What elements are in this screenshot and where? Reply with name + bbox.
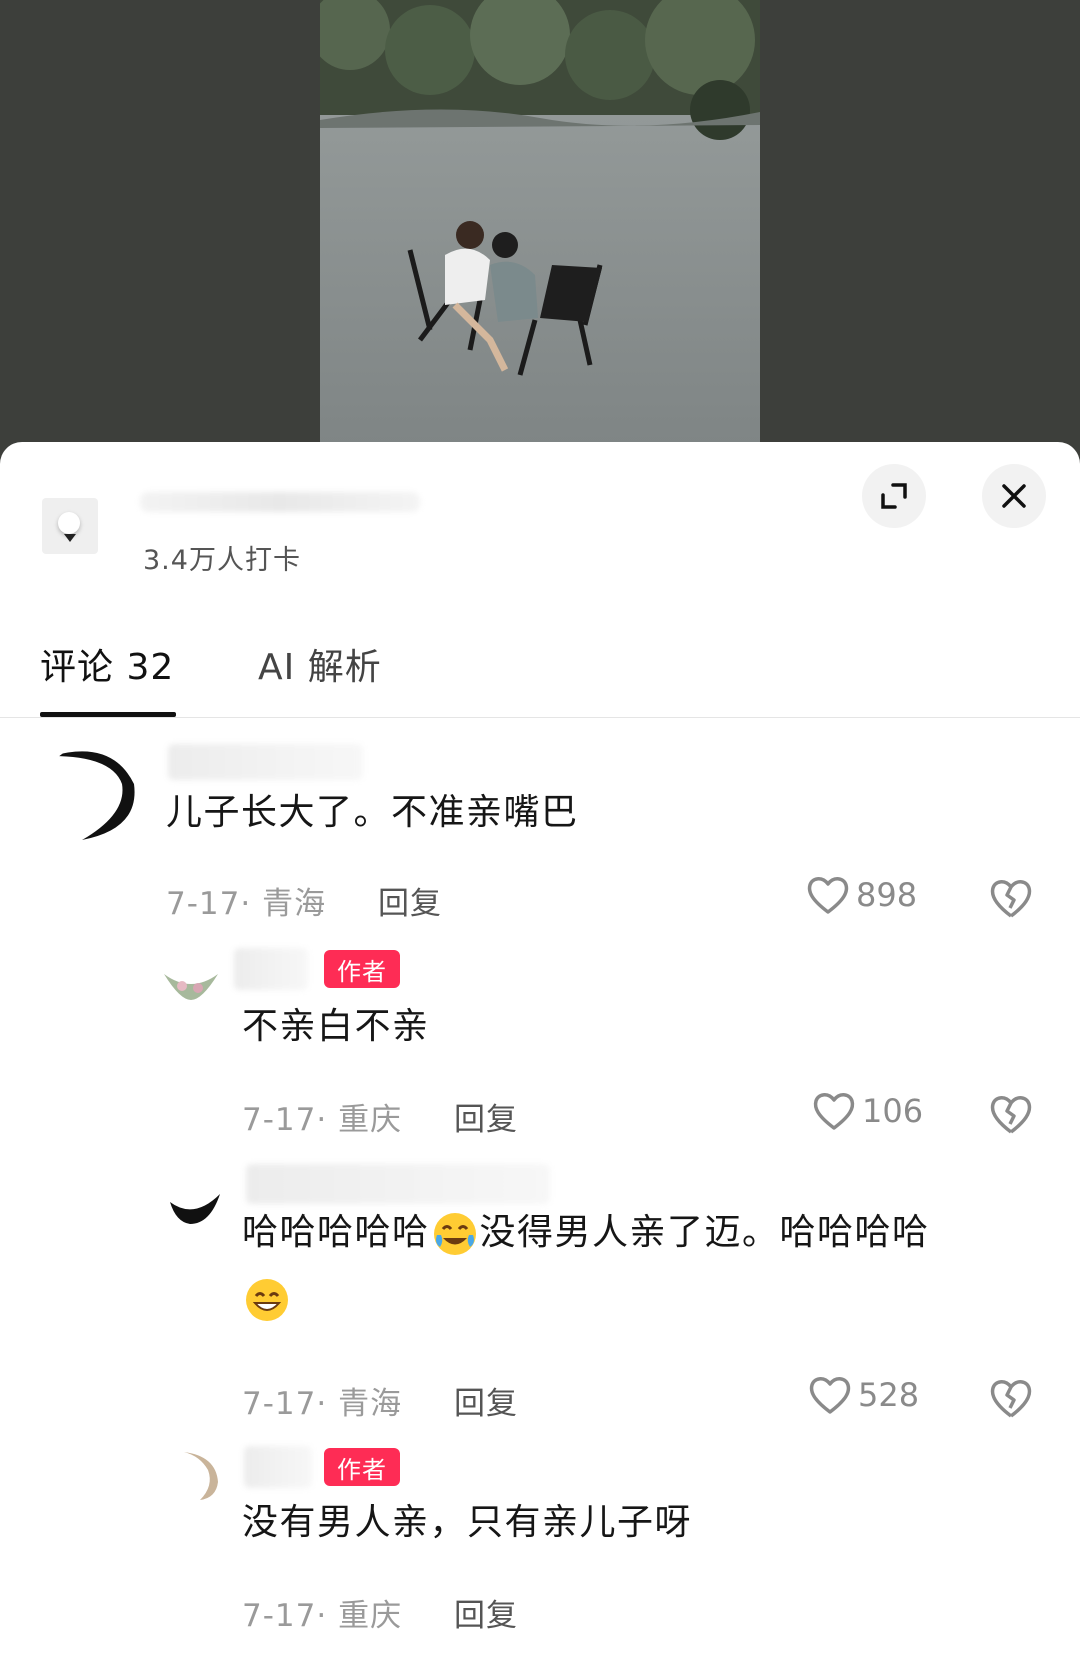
grinning-emoji bbox=[246, 1279, 288, 1321]
reply-button[interactable]: 回复 bbox=[378, 878, 442, 923]
reply-button[interactable]: 回复 bbox=[454, 1590, 518, 1635]
avatar[interactable] bbox=[42, 744, 142, 844]
post-photo[interactable] bbox=[320, 0, 760, 445]
tears-of-joy-emoji bbox=[433, 1213, 476, 1255]
like-button[interactable]: 106 bbox=[812, 1090, 923, 1132]
like-button[interactable]: 528 bbox=[808, 1374, 919, 1416]
comment-date-region: 7-17· 重庆 bbox=[242, 1102, 403, 1138]
active-tab-indicator bbox=[40, 712, 176, 717]
broken-heart-icon bbox=[990, 1096, 1032, 1134]
username-blurred[interactable] bbox=[246, 1164, 550, 1204]
comment-text-block: 哈哈哈哈哈 没得男人亲了迈。哈哈哈哈 bbox=[242, 1200, 1022, 1332]
location-pin-icon bbox=[42, 498, 98, 554]
comment-text-part: 哈哈哈哈哈 bbox=[242, 1212, 430, 1253]
heart-icon bbox=[809, 1377, 851, 1414]
comment-text: 没有男人亲，只有亲儿子呀 bbox=[242, 1502, 693, 1543]
like-count: 528 bbox=[858, 1376, 920, 1414]
like-button[interactable]: 898 bbox=[806, 874, 917, 916]
expand-button[interactable] bbox=[862, 464, 926, 528]
avatar[interactable] bbox=[170, 1446, 226, 1502]
author-badge: 作者 bbox=[324, 1448, 400, 1486]
comment-date-region: 7-17· 青海 bbox=[242, 1386, 403, 1422]
comment-date-region: 7-17· 重庆 bbox=[242, 1598, 403, 1634]
dislike-button[interactable] bbox=[988, 876, 1034, 924]
photo-backdrop bbox=[0, 0, 1080, 460]
reply-button[interactable]: 回复 bbox=[454, 1378, 518, 1423]
broken-heart-icon bbox=[990, 1380, 1032, 1418]
author-badge: 作者 bbox=[324, 950, 400, 988]
location-header: 3.4万人打卡 bbox=[0, 442, 1080, 612]
tab-ai-analysis[interactable]: AI 解析 bbox=[258, 638, 382, 690]
dislike-button[interactable] bbox=[988, 1092, 1034, 1140]
username-blurred[interactable] bbox=[244, 1446, 312, 1488]
location-name-blurred bbox=[140, 492, 420, 512]
comments-sheet: 3.4万人打卡 评论 32 AI 解析 儿子长大了。不准亲嘴巴 7-17· 青海… bbox=[0, 442, 1080, 1653]
avatar[interactable] bbox=[166, 1172, 222, 1228]
username-blurred[interactable] bbox=[168, 744, 363, 780]
tab-comments[interactable]: 评论 32 bbox=[40, 638, 174, 690]
like-count: 898 bbox=[856, 876, 918, 914]
comment-text: 不亲白不亲 bbox=[242, 1006, 430, 1047]
heart-icon bbox=[807, 877, 849, 914]
checkin-count: 3.4万人打卡 bbox=[143, 545, 301, 576]
expand-icon bbox=[881, 483, 907, 509]
reply-button[interactable]: 回复 bbox=[454, 1094, 518, 1139]
username-blurred[interactable] bbox=[234, 948, 308, 990]
comment-text: 儿子长大了。不准亲嘴巴 bbox=[166, 792, 579, 833]
comment-text-part: 没得男人亲了迈。哈哈哈哈 bbox=[479, 1212, 930, 1253]
like-count: 106 bbox=[862, 1092, 924, 1130]
close-button[interactable] bbox=[982, 464, 1046, 528]
broken-heart-icon bbox=[990, 880, 1032, 918]
avatar[interactable] bbox=[162, 954, 220, 1012]
dislike-button[interactable] bbox=[988, 1376, 1034, 1424]
comment-date-region: 7-17· 青海 bbox=[166, 886, 327, 922]
tab-bar: 评论 32 AI 解析 bbox=[0, 612, 1080, 718]
close-icon bbox=[1002, 484, 1026, 508]
heart-icon bbox=[813, 1093, 855, 1130]
